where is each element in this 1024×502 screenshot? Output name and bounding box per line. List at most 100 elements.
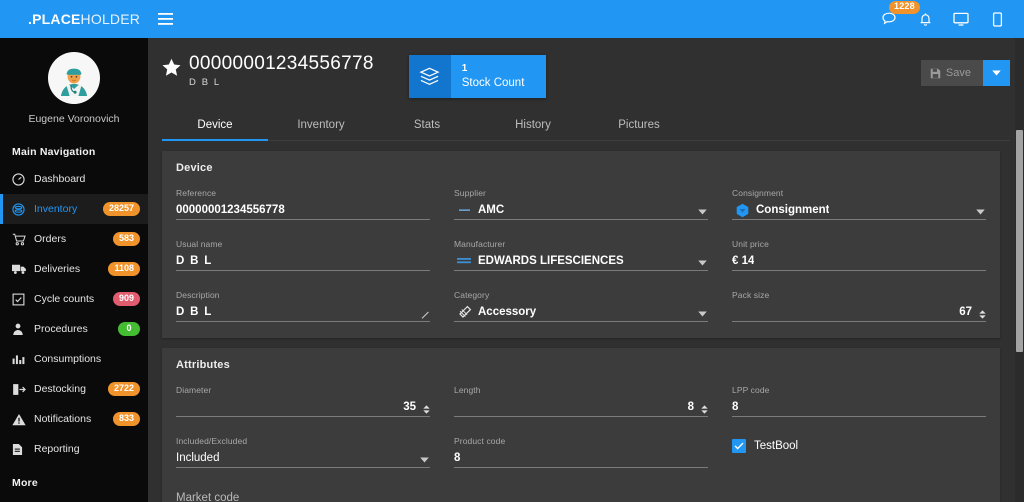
field-lpp-code: LPP code 8 [732, 385, 986, 417]
input-usual-name[interactable]: D B L [176, 252, 430, 271]
tab-inventory[interactable]: Inventory [268, 111, 374, 140]
field-consignment: Consignment Consignment [732, 188, 986, 220]
logout-icon [12, 381, 30, 397]
sidebar-item-cycle-counts[interactable]: Cycle counts 909 [0, 284, 148, 314]
sidebar-item-dashboard[interactable]: Dashboard [0, 164, 148, 194]
sidebar-item-notifications[interactable]: Notifications 833 [0, 404, 148, 434]
hamburger-icon[interactable] [148, 0, 182, 38]
inventory-icon [12, 201, 30, 217]
attributes-column-3: LPP code 8 TestBool [732, 385, 986, 502]
sidebar-label-consumptions: Consumptions [30, 353, 140, 365]
sidebar-label-inventory: Inventory [30, 203, 103, 215]
value-category: Accessory [478, 306, 536, 318]
tab-stats[interactable]: Stats [374, 111, 480, 140]
label-supplier: Supplier [454, 188, 708, 198]
nav-section-more: More [0, 464, 148, 495]
sidebar-item-orders[interactable]: Orders 583 [0, 224, 148, 254]
input-description[interactable]: D B L [176, 303, 430, 322]
mobile-icon[interactable] [980, 0, 1014, 38]
sidebar-badge-cycle-counts: 909 [113, 292, 140, 307]
page-title: 00000001234556778 [189, 53, 374, 75]
chevron-down-icon[interactable] [698, 311, 707, 317]
select-consignment[interactable]: Consignment [732, 201, 986, 220]
label-pack-size: Pack size [732, 290, 986, 300]
sidebar-label-procedures: Procedures [30, 323, 118, 335]
avatar[interactable] [48, 52, 100, 104]
device-column-2: Supplier AMC [454, 188, 708, 322]
stock-count-body: 1 Stock Count [451, 55, 547, 98]
value-included-excluded: Included [176, 452, 219, 464]
bars-icon [454, 257, 474, 265]
field-unit-price: Unit price € 14 [732, 239, 986, 271]
dash-icon [454, 208, 474, 212]
input-reference[interactable]: 00000001234556778 [176, 201, 430, 220]
hexagon-icon [732, 203, 752, 218]
sidebar-item-destocking[interactable]: Destocking 2722 [0, 374, 148, 404]
sidebar-item-deliveries[interactable]: Deliveries 1108 [0, 254, 148, 284]
select-manufacturer[interactable]: EDWARDS LIFESCIENCES [454, 252, 708, 271]
test-bool-label: TestBool [754, 440, 798, 452]
input-length[interactable]: 8 [454, 398, 708, 417]
save-button[interactable]: Save [921, 60, 983, 86]
field-manufacturer: Manufacturer EDWARDS LIFESCIENCES [454, 239, 708, 271]
bell-icon[interactable] [908, 0, 942, 38]
label-length: Length [454, 385, 708, 395]
device-panel-title: Device [176, 162, 986, 174]
main-scrollbar-thumb[interactable] [1016, 130, 1023, 352]
sidebar-badge-inventory: 28257 [103, 202, 140, 217]
test-bool-checkbox[interactable] [732, 439, 746, 453]
sidebar-item-inventory[interactable]: Inventory 28257 [0, 194, 148, 224]
select-included-excluded[interactable]: Included [176, 449, 430, 468]
textarea-resize-handle[interactable] [421, 311, 429, 319]
main-content: 00000001234556778 D B L 1 Stock Count [148, 38, 1024, 502]
chat-icon[interactable]: 1228 [872, 0, 906, 38]
save-label: Save [946, 67, 971, 79]
field-reference: Reference 00000001234556778 [176, 188, 430, 220]
input-pack-size[interactable]: 67 [732, 303, 986, 322]
stock-count-button[interactable]: 1 Stock Count [409, 55, 547, 98]
input-product-code[interactable]: 8 [454, 449, 708, 468]
chevron-down-icon[interactable] [698, 260, 707, 266]
sidebar-item-settings[interactable]: Settings [0, 495, 148, 502]
input-market-code[interactable]: Market code [176, 487, 430, 502]
sidebar-badge-orders: 583 [113, 232, 140, 247]
chevron-down-icon[interactable] [976, 209, 985, 215]
star-icon[interactable] [162, 58, 181, 77]
chevron-down-icon[interactable] [420, 457, 429, 463]
attributes-column-2: Length 8 Product code [454, 385, 708, 502]
label-consignment: Consignment [732, 188, 986, 198]
label-product-code: Product code [454, 436, 708, 446]
app-logo[interactable]: .PLACEHOLDER [0, 11, 148, 27]
body-row: Eugene Voronovich Main Navigation Dashbo… [0, 38, 1024, 502]
save-dropdown-button[interactable] [983, 60, 1010, 86]
value-manufacturer: EDWARDS LIFESCIENCES [478, 255, 624, 267]
monitor-icon[interactable] [944, 0, 978, 38]
pack-size-stepper[interactable] [979, 310, 986, 319]
sidebar-item-consumptions[interactable]: Consumptions [0, 344, 148, 374]
nav-section-main-navigation: Main Navigation [0, 133, 148, 164]
tab-device[interactable]: Device [162, 111, 268, 140]
length-stepper[interactable] [701, 405, 708, 414]
checkbox-icon [12, 291, 30, 307]
save-button-group: Save [921, 60, 1010, 86]
sidebar-item-procedures[interactable]: Procedures 0 [0, 314, 148, 344]
input-diameter[interactable]: 35 [176, 398, 430, 417]
input-lpp-code[interactable]: 8 [732, 398, 986, 417]
label-usual-name: Usual name [176, 239, 430, 249]
device-column-3: Consignment Consignment [732, 188, 986, 322]
select-supplier[interactable]: AMC [454, 201, 708, 220]
report-icon [12, 441, 30, 457]
label-unit-price: Unit price [732, 239, 986, 249]
chevron-down-icon[interactable] [698, 209, 707, 215]
diameter-stepper[interactable] [423, 405, 430, 414]
tab-history[interactable]: History [480, 111, 586, 140]
sidebar-item-reporting[interactable]: Reporting [0, 434, 148, 464]
tab-pictures[interactable]: Pictures [586, 111, 692, 140]
main-scrollbar-track[interactable] [1015, 38, 1024, 502]
main-scroll-area: 00000001234556778 D B L 1 Stock Count [148, 38, 1024, 502]
top-bar: .PLACEHOLDER 1228 [0, 0, 1024, 38]
input-unit-price[interactable]: € 14 [732, 252, 986, 271]
logo-bold: .PLACE [28, 11, 81, 27]
select-category[interactable]: Accessory [454, 303, 708, 322]
gauge-icon [12, 171, 30, 187]
